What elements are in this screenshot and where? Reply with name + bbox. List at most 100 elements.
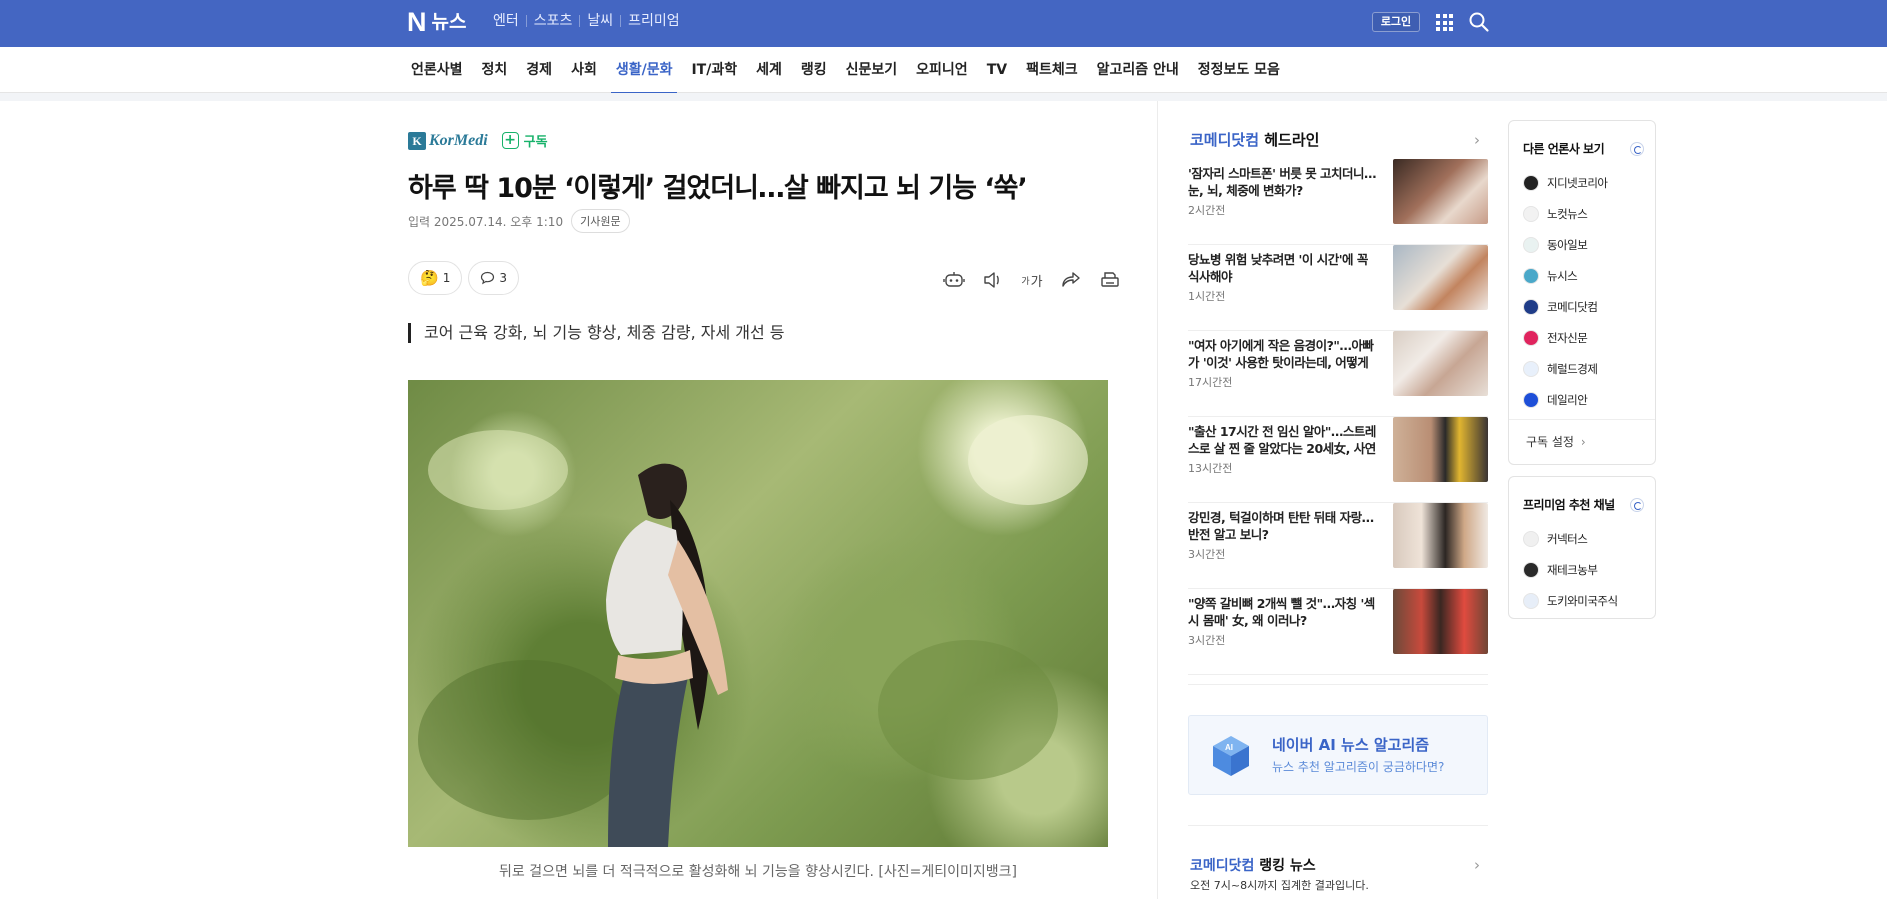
- press-item[interactable]: 재테크농부: [1523, 554, 1618, 585]
- category-tab[interactable]: 신문보기: [841, 47, 903, 93]
- headline-item[interactable]: "양쪽 갈비뼈 2개씩 뺄 것"…자칭 '섹시 몸매' 女, 왜 이러나? 3시간…: [1188, 589, 1488, 675]
- headline-thumbnail[interactable]: [1393, 331, 1488, 396]
- ranking-title[interactable]: 코메디닷컴 랭킹 뉴스: [1190, 855, 1316, 875]
- headlines-title[interactable]: 코메디닷컴 헤드라인: [1190, 129, 1319, 150]
- press-item[interactable]: 전자신문: [1523, 322, 1607, 353]
- refresh-icon[interactable]: [1630, 142, 1644, 156]
- press-item[interactable]: 도키와미국주식: [1523, 585, 1618, 616]
- chevron-right-icon[interactable]: ›: [1474, 856, 1480, 874]
- headline-title[interactable]: 강민경, 턱걸이하며 탄탄 뒤태 자랑… 반전 알고 보니?: [1188, 509, 1378, 543]
- naver-news-logo[interactable]: N 뉴스: [407, 9, 467, 36]
- print-icon[interactable]: [1099, 269, 1121, 291]
- press-name: 헤럴드경제: [1547, 361, 1598, 376]
- font-size-button[interactable]: 가 가: [1021, 269, 1043, 291]
- headline-title[interactable]: "양쪽 갈비뼈 2개씩 뺄 것"…자칭 '섹시 몸매' 女, 왜 이러나?: [1188, 595, 1378, 629]
- press-item[interactable]: 뉴시스: [1523, 260, 1607, 291]
- category-tab[interactable]: 정치: [477, 47, 513, 93]
- subscribe-button[interactable]: + 구독: [501, 131, 548, 150]
- share-icon[interactable]: [1060, 269, 1082, 291]
- top-nav-sports[interactable]: 스포츠: [527, 13, 580, 29]
- press-name: 코메디닷컴: [1547, 299, 1598, 314]
- headline-item[interactable]: "출산 17시간 전 임신 알아"…스트레스로 살 찐 줄 알았다는 20세女,…: [1188, 417, 1488, 503]
- reaction-bar: 🤔 1 3: [408, 261, 525, 295]
- press-item[interactable]: 헤럴드경제: [1523, 353, 1607, 384]
- headline-time: 17시간전: [1188, 376, 1233, 389]
- press-item[interactable]: 커넥터스: [1523, 523, 1618, 554]
- press-name: 데일리안: [1547, 392, 1588, 407]
- ranking-press: 코메디닷컴: [1190, 858, 1255, 874]
- press-logo[interactable]: K KorMedi: [408, 131, 488, 150]
- category-tab[interactable]: 정정보도 모음: [1193, 47, 1285, 93]
- speaker-icon[interactable]: [982, 269, 1004, 291]
- category-tab[interactable]: 알고리즘 안내: [1092, 47, 1184, 93]
- category-tab[interactable]: 언론사별: [406, 47, 468, 93]
- article-photo: [408, 380, 1108, 847]
- login-button[interactable]: 로그인: [1372, 12, 1420, 32]
- headline-title[interactable]: 당뇨병 위험 낮추려면 '이 시간'에 꼭 식사해야: [1188, 251, 1378, 285]
- press-name: 동아일보: [1547, 237, 1588, 252]
- chevron-right-icon[interactable]: ›: [1474, 131, 1480, 149]
- headline-item[interactable]: 당뇨병 위험 낮추려면 '이 시간'에 꼭 식사해야 1시간전: [1188, 245, 1488, 331]
- press-logo-icon: [1523, 205, 1539, 222]
- headline-thumbnail[interactable]: [1393, 245, 1488, 310]
- press-item[interactable]: 동아일보: [1523, 229, 1607, 260]
- headline-time: 13시간전: [1188, 462, 1233, 475]
- kormedi-mark-icon: K: [408, 131, 426, 150]
- category-tab[interactable]: 오피니언: [911, 47, 973, 93]
- category-tab[interactable]: 생활/문화: [610, 47, 678, 94]
- headline-title[interactable]: "여자 아기에게 작은 음경이?"…아빠가 '이것' 사용한 탓이라는데, 어떻…: [1188, 337, 1378, 371]
- other-press-box: 다른 언론사 보기 지디넷코리아 노컷뉴스 동아일보 뉴시스 코메디닷컴 전자신문 헤럴드경…: [1508, 120, 1656, 465]
- top-nav-entertainment[interactable]: 엔터: [486, 13, 526, 29]
- subscription-settings-link[interactable]: 구독 설정 ›: [1526, 433, 1586, 450]
- category-tab[interactable]: 사회: [566, 47, 602, 93]
- press-logo-icon: [1523, 329, 1539, 346]
- refresh-icon[interactable]: [1630, 498, 1644, 512]
- search-icon[interactable]: [1468, 11, 1490, 33]
- headlines-press: 코메디닷컴: [1190, 131, 1260, 149]
- comment-button[interactable]: 3: [468, 261, 519, 295]
- press-logo-icon: [1523, 530, 1539, 547]
- category-tab[interactable]: TV: [982, 47, 1012, 93]
- headline-thumbnail[interactable]: [1393, 417, 1488, 482]
- headline-item[interactable]: "여자 아기에게 작은 음경이?"…아빠가 '이것' 사용한 탓이라는데, 어떻…: [1188, 331, 1488, 417]
- press-item[interactable]: 지디넷코리아: [1523, 167, 1608, 198]
- press-item[interactable]: 노컷뉴스: [1523, 198, 1607, 229]
- reaction-count: 1: [442, 271, 451, 285]
- top-nav-weather[interactable]: 날씨: [580, 13, 620, 29]
- headline-thumbnail[interactable]: [1393, 159, 1488, 224]
- headline-thumbnail[interactable]: [1393, 503, 1488, 568]
- category-tab[interactable]: 경제: [521, 47, 557, 93]
- category-tab[interactable]: 세계: [751, 47, 787, 93]
- naver-logo[interactable]: N: [407, 9, 426, 36]
- reaction-button[interactable]: 🤔 1: [408, 261, 463, 295]
- apps-grid-icon[interactable]: [1436, 14, 1453, 31]
- ai-banner-title: 네이버 AI 뉴스 알고리즘: [1272, 736, 1430, 754]
- original-article-button[interactable]: 기사원문: [571, 209, 630, 233]
- news-section-label[interactable]: 뉴스: [432, 9, 467, 35]
- photo-caption: 뒤로 걸으면 뇌를 더 적극적으로 활성화해 뇌 기능을 향상시킨다. [사진=…: [499, 864, 1017, 880]
- headline-item[interactable]: 강민경, 턱걸이하며 탄탄 뒤태 자랑… 반전 알고 보니? 3시간전: [1188, 503, 1488, 589]
- top-nav-premium[interactable]: 프리미엄: [621, 13, 687, 29]
- ai-algorithm-banner[interactable]: AI 네이버 AI 뉴스 알고리즘 뉴스 추천 알고리즘이 궁금하다면?: [1188, 715, 1488, 795]
- headline-item[interactable]: '잠자리 스마트폰' 버릇 못 고치더니… 눈, 뇌, 체중에 변화가? 2시간전: [1188, 159, 1488, 245]
- press-logo-icon: [1523, 298, 1539, 315]
- press-item[interactable]: 코메디닷컴: [1523, 291, 1607, 322]
- top-nav: 엔터 스포츠 날씨 프리미엄: [486, 13, 687, 29]
- category-tab[interactable]: 랭킹: [796, 47, 832, 93]
- press-name: 전자신문: [1547, 330, 1588, 345]
- category-tab[interactable]: IT/과학: [686, 47, 742, 93]
- press-logo-icon: [1523, 267, 1539, 284]
- press-name: 재테크농부: [1547, 562, 1598, 577]
- headline-text: 당뇨병 위험 낮추려면 '이 시간'에 꼭 식사해야 1시간전: [1188, 251, 1378, 304]
- press-logo-icon: [1523, 236, 1539, 253]
- comment-icon: [481, 271, 495, 285]
- category-tab[interactable]: 팩트체크: [1021, 47, 1083, 93]
- headline-title[interactable]: '잠자리 스마트폰' 버릇 못 고치더니… 눈, 뇌, 체중에 변화가?: [1188, 165, 1378, 199]
- press-name: 뉴시스: [1547, 268, 1578, 283]
- ai-cube-icon: AI: [1213, 736, 1249, 776]
- summary-bot-icon[interactable]: [943, 269, 965, 291]
- headline-title[interactable]: "출산 17시간 전 임신 알아"…스트레스로 살 찐 줄 알았다는 20세女,…: [1188, 423, 1378, 457]
- article-date: 입력 2025.07.14. 오후 1:10: [408, 214, 564, 229]
- press-item[interactable]: 데일리안: [1523, 384, 1607, 415]
- headline-thumbnail[interactable]: [1393, 589, 1488, 654]
